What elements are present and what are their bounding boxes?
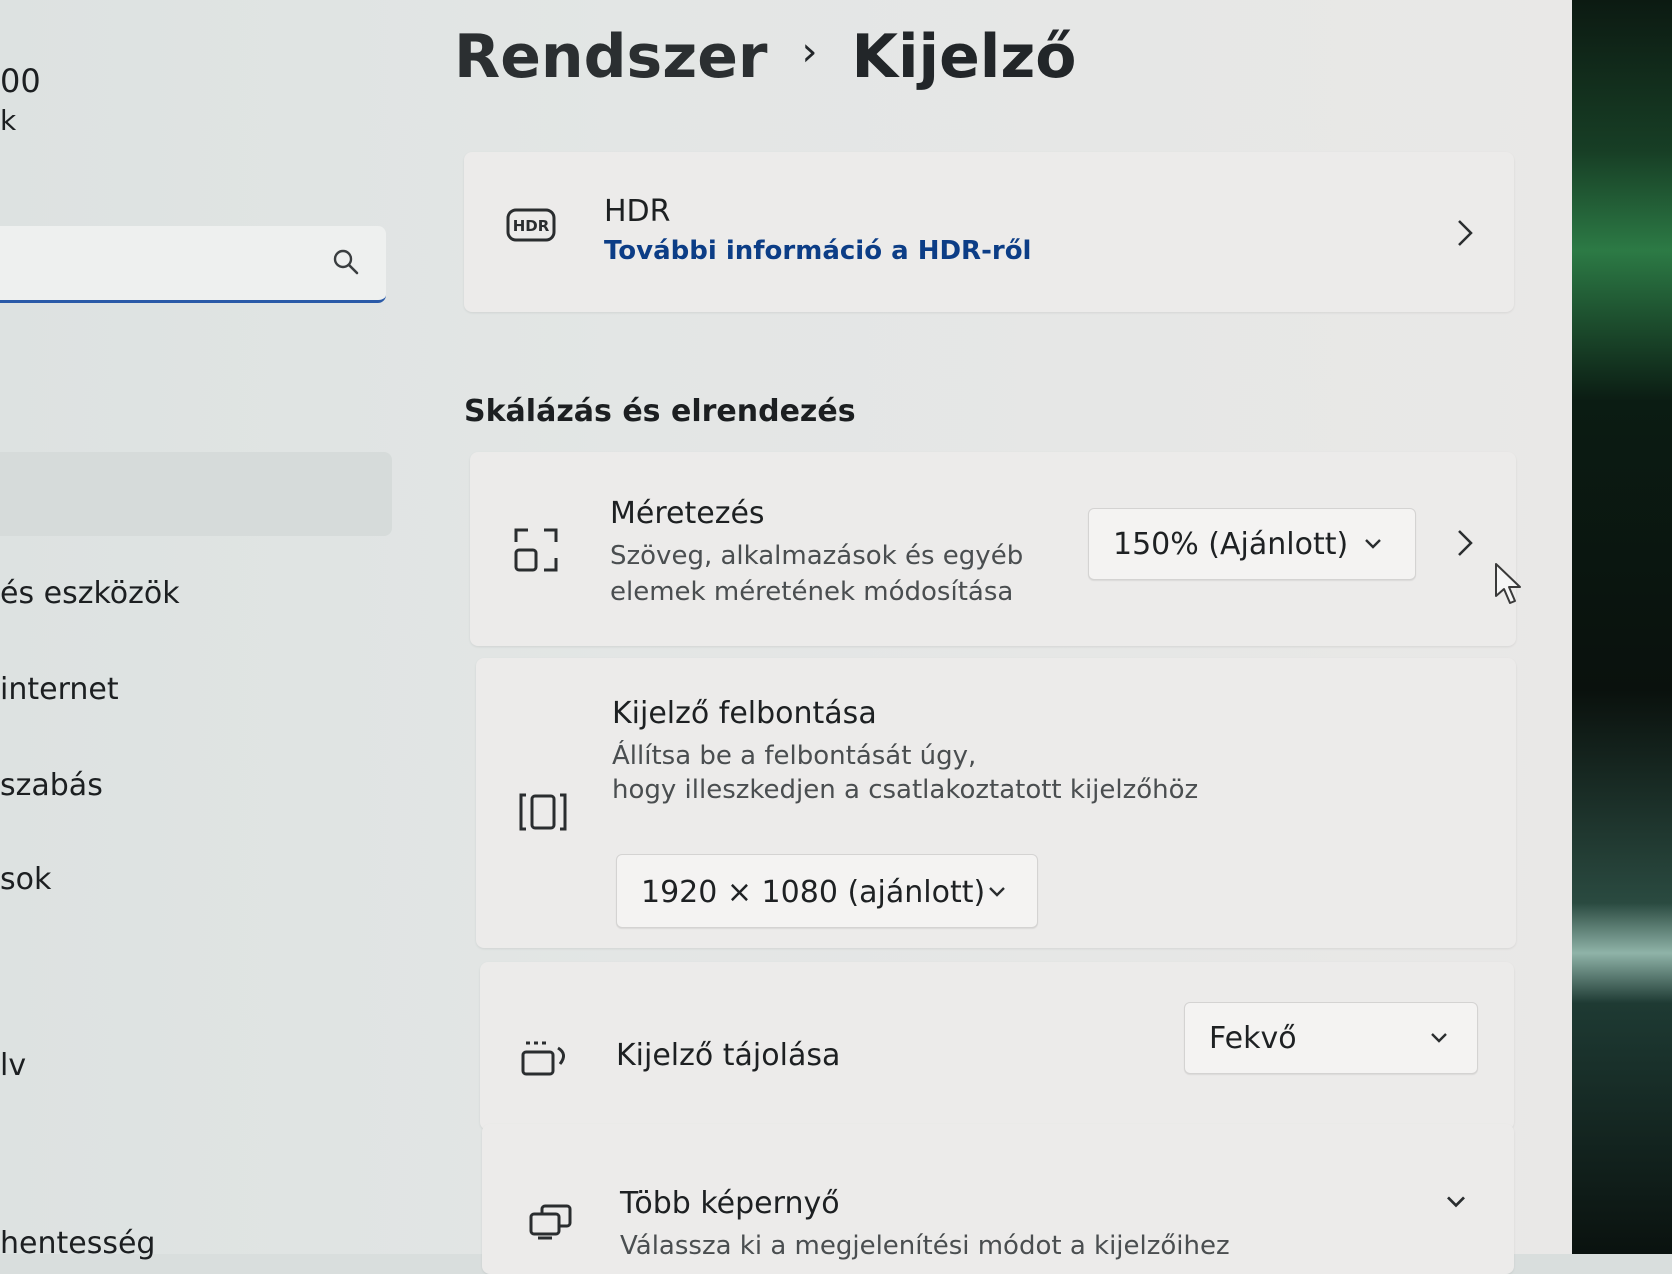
resolution-subtitle-line1: Állítsa be a felbontását úgy, <box>612 741 977 771</box>
resolution-title: Kijelző felbontása <box>612 696 877 731</box>
multiple-displays-subtitle: Válassza ki a megjelenítési módot a kije… <box>620 1231 1230 1261</box>
breadcrumb-separator: › <box>801 29 818 75</box>
orientation-title: Kijelző tájolása <box>616 1038 841 1073</box>
hdr-title: HDR <box>604 194 671 229</box>
chevron-down-icon[interactable] <box>1444 1194 1468 1210</box>
scale-subtitle-line2: elemek méretének módosítása <box>610 577 1014 607</box>
multiple-displays-title: Több képernyő <box>620 1186 840 1221</box>
chevron-right-icon <box>1458 220 1473 246</box>
scale-icon <box>514 528 558 572</box>
chevron-right-icon <box>1458 530 1473 556</box>
scale-card[interactable]: Méretezés Szöveg, alkalmazások és egyéb … <box>470 452 1516 646</box>
resolution-card: Kijelző felbontása Állítsa be a felbontá… <box>476 658 1516 948</box>
orientation-dropdown-value: Fekvő <box>1209 1021 1297 1056</box>
hdr-card[interactable]: HDR HDR További információ a HDR-ről <box>464 152 1514 312</box>
sidebar-item-selected[interactable] <box>0 452 392 536</box>
sidebar-user-sub-partial: k <box>0 104 17 137</box>
search-icon <box>333 249 359 275</box>
resolution-subtitle-line2: hogy illeszkedjen a csatlakoztatott kije… <box>612 775 1199 805</box>
orientation-card: Kijelző tájolása Fekvő <box>480 962 1514 1130</box>
chevron-down-icon <box>1365 539 1381 549</box>
breadcrumb-parent[interactable]: Rendszer <box>454 22 767 92</box>
sidebar-item-language[interactable]: lv <box>0 1048 26 1083</box>
sidebar-item-apps[interactable]: sok <box>0 862 51 897</box>
chevron-down-icon <box>1431 1033 1447 1043</box>
orientation-dropdown[interactable]: Fekvő <box>1184 1002 1478 1074</box>
sidebar-user-name-partial: 00 <box>0 62 41 100</box>
multiple-displays-icon <box>529 1204 572 1240</box>
sidebar-item-network[interactable]: internet <box>0 672 119 707</box>
sidebar-item-accessibility[interactable]: hentesség <box>0 1226 155 1261</box>
resolution-dropdown[interactable]: 1920 × 1080 (ajánlott) <box>616 854 1038 928</box>
page-title: Kijelző <box>851 22 1077 92</box>
scale-dropdown-value: 150% (Ajánlott) <box>1113 527 1349 562</box>
scale-subtitle-line1: Szöveg, alkalmazások és egyéb <box>610 541 1024 571</box>
search-input[interactable] <box>0 226 386 303</box>
svg-text:HDR: HDR <box>513 217 550 235</box>
multiple-displays-card[interactable]: Több képernyő Válassza ki a megjelenítés… <box>482 1124 1514 1274</box>
hdr-icon: HDR <box>506 208 556 242</box>
resolution-dropdown-value: 1920 × 1080 (ajánlott) <box>641 875 986 910</box>
orientation-icon <box>521 1041 565 1076</box>
breadcrumb: Rendszer › Kijelző <box>454 22 1077 92</box>
chevron-down-icon <box>989 887 1005 897</box>
resolution-icon <box>519 793 567 831</box>
desktop-wallpaper <box>1572 0 1672 1254</box>
sidebar-item-devices[interactable]: és eszközök <box>0 576 180 611</box>
sidebar-item-personalization[interactable]: szabás <box>0 768 103 803</box>
scale-title: Méretezés <box>610 496 765 531</box>
settings-window: 00 k és eszközök internet szabás sok lv … <box>0 0 1572 1274</box>
mouse-cursor-icon <box>1495 563 1521 604</box>
hdr-info-link[interactable]: További információ a HDR-ről <box>604 236 1031 266</box>
scale-dropdown[interactable]: 150% (Ajánlott) <box>1088 508 1416 580</box>
section-heading-scale-layout: Skálázás és elrendezés <box>464 394 856 429</box>
